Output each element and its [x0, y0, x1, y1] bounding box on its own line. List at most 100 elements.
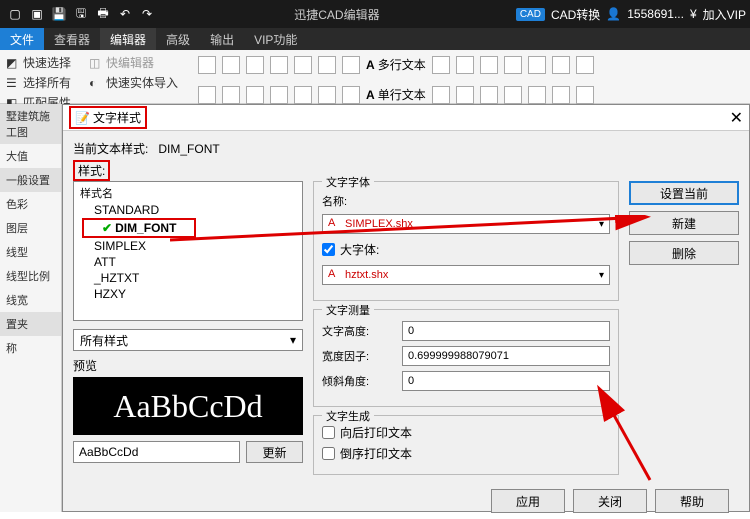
back-print-checkbox[interactable] — [322, 426, 335, 439]
draw-tool-icon[interactable] — [528, 86, 546, 104]
draw-tool-icon[interactable] — [294, 86, 312, 104]
draw-tool-icon[interactable] — [504, 86, 522, 104]
draw-tool-icon[interactable] — [576, 56, 594, 74]
delete-button[interactable]: 删除 — [629, 241, 739, 265]
panel-item[interactable]: 线宽 — [0, 288, 61, 312]
bigfont-checkbox[interactable] — [322, 243, 335, 256]
dialog-titlebar: 📝文字样式 ✕ — [63, 105, 749, 131]
apply-button[interactable]: 应用 — [491, 489, 565, 513]
panel-item[interactable]: 图层 — [0, 216, 61, 240]
styles-label: 样式: — [73, 160, 110, 181]
draw-tool-icon[interactable] — [342, 86, 360, 104]
panel-header: 一般设置 — [0, 168, 61, 192]
draw-tool-icon[interactable] — [504, 56, 522, 74]
select-all-tool[interactable]: ☰选择所有 — [6, 74, 71, 91]
menubar: 文件 查看器 编辑器 高级 输出 VIP功能 — [0, 28, 750, 50]
style-item[interactable]: ATT — [76, 254, 300, 270]
draw-tool-icon[interactable] — [528, 56, 546, 74]
quick-select-tool[interactable]: ◩快速选择 — [6, 54, 71, 71]
font-name-combo[interactable]: ASIMPLEX.shx — [322, 214, 610, 234]
style-list-header: 样式名 — [76, 184, 300, 202]
draw-tool-icon[interactable] — [246, 56, 264, 74]
check-icon: ✔ — [102, 221, 112, 235]
new-icon[interactable]: ▢ — [4, 3, 26, 25]
style-list[interactable]: 样式名 STANDARD ✔DIM_FONT SIMPLEX ATT _HZTX… — [73, 181, 303, 321]
draw-tool-icon[interactable] — [198, 56, 216, 74]
measure-legend: 文字测量 — [322, 302, 374, 318]
import-entity-tool[interactable]: ◐快速实体导入 — [89, 74, 178, 91]
style-item[interactable]: _HZTXT — [76, 270, 300, 286]
name-label: 名称: — [322, 193, 394, 209]
draw-tool-icon[interactable] — [270, 56, 288, 74]
panel-item[interactable]: 色彩 — [0, 192, 61, 216]
save-icon[interactable]: 💾 — [48, 3, 70, 25]
draw-tool-icon[interactable] — [246, 86, 264, 104]
width-input[interactable]: 0.699999988079071 — [402, 346, 610, 366]
style-item[interactable]: STANDARD — [76, 202, 300, 218]
app-title: 迅捷CAD编辑器 — [158, 6, 516, 23]
draw-tool-icon[interactable] — [480, 86, 498, 104]
all-styles-dropdown[interactable]: 所有样式 — [73, 329, 303, 351]
draw-tool-icon[interactable] — [432, 86, 450, 104]
tab-editor[interactable]: 编辑器 — [100, 28, 156, 50]
draw-tool-icon[interactable] — [480, 56, 498, 74]
vip-link[interactable]: 加入VIP — [703, 6, 746, 23]
draw-tool-icon[interactable] — [576, 86, 594, 104]
user-icon: 👤 — [606, 7, 621, 21]
close-icon[interactable]: ✕ — [730, 108, 743, 128]
saveas-icon[interactable]: 🖫 — [70, 3, 92, 25]
draw-tool-icon[interactable] — [456, 56, 474, 74]
draw-tool-icon[interactable] — [198, 86, 216, 104]
tab-output[interactable]: 输出 — [200, 28, 244, 50]
redo-icon[interactable]: ↷ — [136, 3, 158, 25]
preview-label: 预览 — [73, 357, 303, 374]
tab-viewer[interactable]: 查看器 — [44, 28, 100, 50]
draw-tool-icon[interactable] — [552, 86, 570, 104]
singleline-text-tool[interactable]: A单行文本 — [366, 86, 426, 103]
tab-file[interactable]: 文件 — [0, 28, 44, 50]
panel-item[interactable]: 线型 — [0, 240, 61, 264]
draw-tool-icon[interactable] — [270, 86, 288, 104]
style-item[interactable]: HZXY — [76, 286, 300, 302]
titlebar: ▢ ▣ 💾 🖫 🖶 ↶ ↷ 迅捷CAD编辑器 CAD CAD转换 👤 15586… — [0, 0, 750, 28]
draw-tool-icon[interactable] — [318, 56, 336, 74]
draw-tool-icon[interactable] — [456, 86, 474, 104]
yen-icon: ¥ — [690, 7, 697, 21]
panel-item[interactable]: 称 — [0, 336, 61, 360]
rev-print-checkbox[interactable] — [322, 447, 335, 460]
quick-edit-tool[interactable]: ◫快编辑器 — [89, 54, 178, 71]
cad-convert-link[interactable]: CAD转换 — [551, 6, 600, 23]
draw-tool-icon[interactable] — [342, 56, 360, 74]
panel-item[interactable]: 大值 — [0, 144, 61, 168]
draw-tool-icon[interactable] — [318, 86, 336, 104]
undo-icon[interactable]: ↶ — [114, 3, 136, 25]
draw-tool-icon[interactable] — [552, 56, 570, 74]
tab-vipfn[interactable]: VIP功能 — [244, 28, 307, 50]
multiline-text-tool[interactable]: A多行文本 — [366, 56, 426, 73]
bigfont-label: 大字体: — [340, 241, 379, 258]
tab-advanced[interactable]: 高级 — [156, 28, 200, 50]
style-item[interactable]: SIMPLEX — [76, 238, 300, 254]
current-style-value: DIM_FONT — [158, 142, 219, 156]
angle-label: 倾斜角度: — [322, 373, 394, 389]
print-icon[interactable]: 🖶 — [92, 3, 114, 25]
update-button[interactable]: 更新 — [246, 441, 303, 463]
draw-tool-icon[interactable] — [222, 86, 240, 104]
height-input[interactable]: 0 — [402, 321, 610, 341]
font-icon: A — [328, 268, 342, 282]
new-button[interactable]: 新建 — [629, 211, 739, 235]
angle-input[interactable]: 0 — [402, 371, 610, 391]
style-item-selected[interactable]: ✔DIM_FONT — [82, 218, 196, 238]
open-icon[interactable]: ▣ — [26, 3, 48, 25]
panel-item[interactable]: 线型比例 — [0, 264, 61, 288]
preview-input[interactable] — [73, 441, 240, 463]
draw-tool-icon[interactable] — [294, 56, 312, 74]
bigfont-combo[interactable]: Ahztxt.shx — [322, 265, 610, 285]
close-button[interactable]: 关闭 — [573, 489, 647, 513]
draw-tool-icon[interactable] — [222, 56, 240, 74]
gen-fieldset: 文字生成 向后打印文本 倒序打印文本 — [313, 415, 619, 475]
help-button[interactable]: 帮助 — [655, 489, 729, 513]
user-label[interactable]: 1558691... — [627, 7, 684, 21]
set-current-button[interactable]: 设置当前 — [629, 181, 739, 205]
draw-tool-icon[interactable] — [432, 56, 450, 74]
